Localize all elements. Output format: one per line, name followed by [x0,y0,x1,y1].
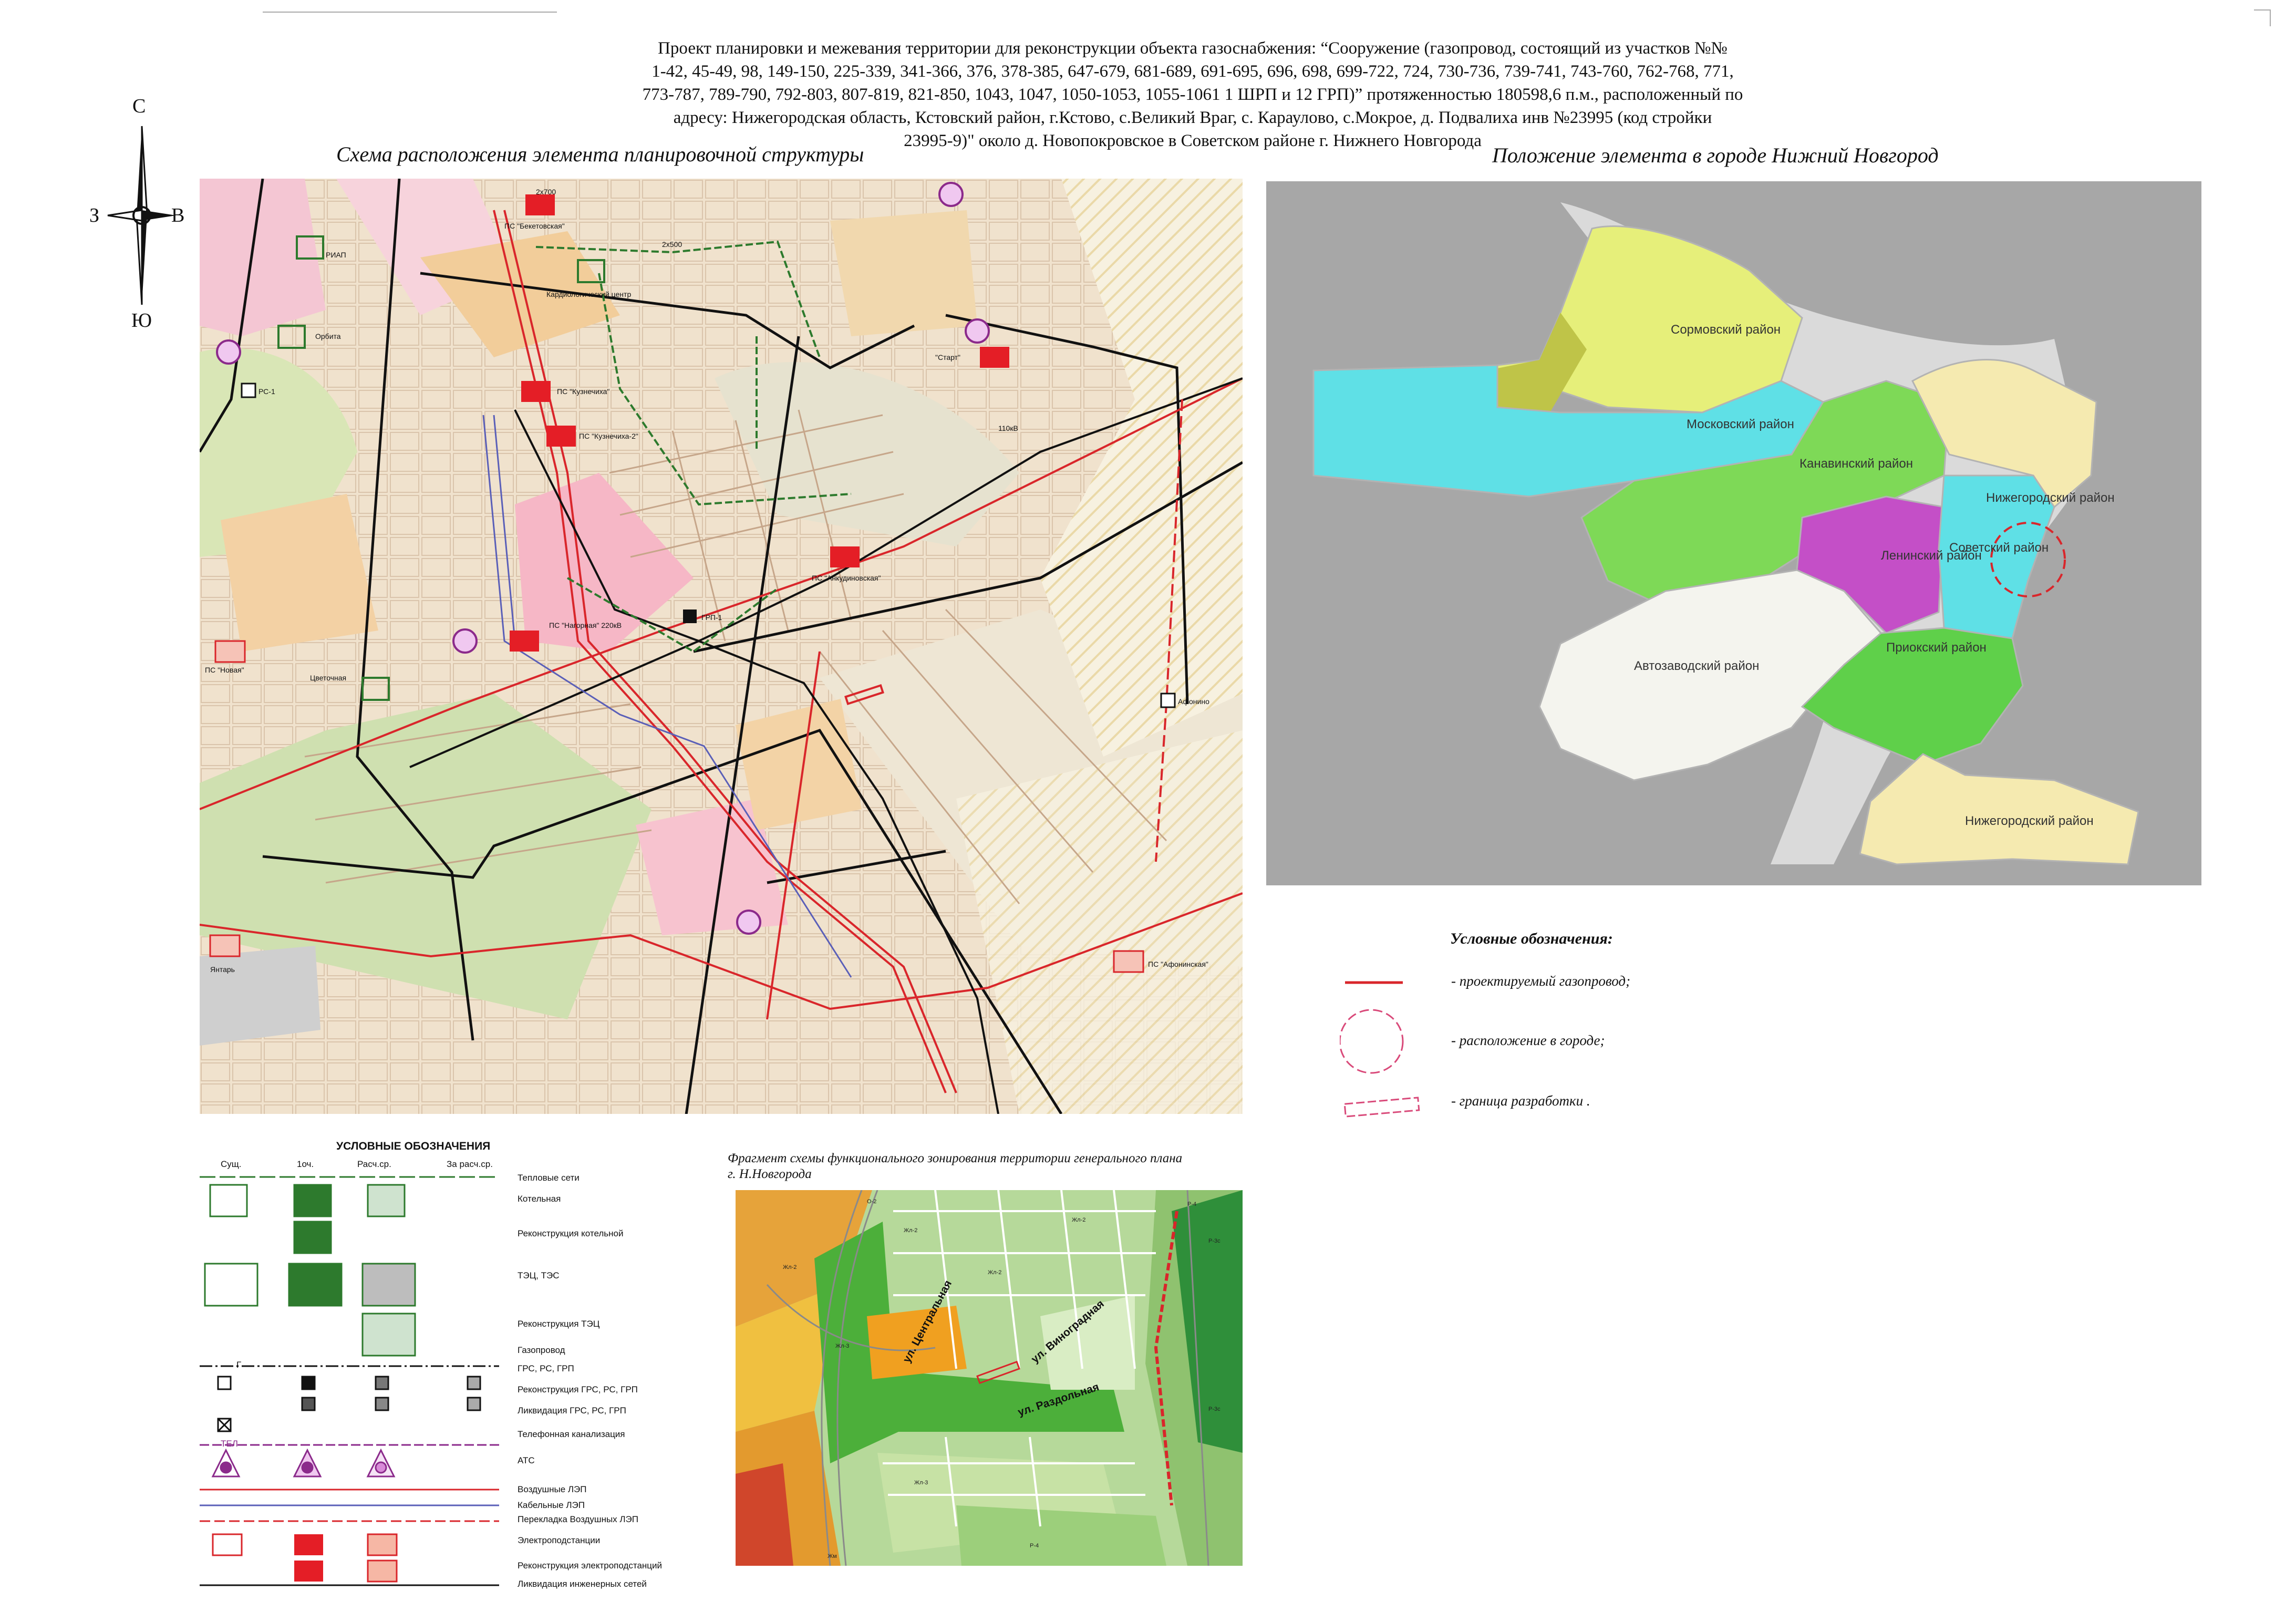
utility-legend: УСЛОВНЫЕ ОБОЗНАЧЕНИЯ Сущ. 1оч. Расч.ср. … [194,1140,694,1589]
gas-label: Г [236,1360,242,1370]
legend-row: Электроподстанции [518,1535,601,1545]
right-map-heading: Положение элемента в городе Нижний Новго… [1492,143,1939,167]
label-ps-kuznechikha2: ПС "Кузнечиха-2" [579,432,638,440]
col-existing: Сущ. [221,1159,242,1169]
utility-legend-title: УСЛОВНЫЕ ОБОЗНАЧЕНИЯ [336,1140,491,1152]
col-beyond: За расч.ср. [447,1159,493,1169]
legend-row: Телефонная канализация [518,1429,625,1439]
city-location-map: Сормовский район Московский район Канави… [1266,181,2201,885]
legend-row: ГРС, РС, ГРП [518,1363,574,1373]
right-legend-symbols [1340,981,1420,1118]
label-ps-nagornaya: ПС "Нагорная" 220кВ [549,621,622,629]
label-kanavinsky: Канавинский район [1799,457,1913,471]
legend-item-boundary: - граница разработки . [1451,1093,1590,1109]
compass-south: Ю [131,309,152,332]
document-title: Проект планировки и межевания территории… [525,37,1860,152]
label-avtozavodsky: Автозаводский район [1634,659,1759,673]
zone-code: Р-3с [1208,1406,1221,1412]
legend-item-location: - расположение в городе; [1451,1032,1605,1048]
label-sovetsky: Советский район [1949,541,2049,555]
legend-row: Перекладка Воздушных ЛЭП [518,1514,638,1524]
label-cardio: Кардиологический центр [546,290,631,298]
fragment-caption: Фрагмент схемы функционального зонирован… [728,1151,1182,1182]
label-110kv: 110кВ [998,424,1018,432]
label-afonino: Афонино [1178,697,1209,706]
legend-row: Тепловые сети [518,1173,580,1183]
zone-code: О-2 [867,1199,876,1205]
title-line: 773-787, 789-790, 792-803, 807-819, 821-… [642,85,1743,104]
title-line: 1-42, 45-49, 98, 149-150, 225-339, 341-3… [651,62,1734,81]
label-moskovsky: Московский район [1687,417,1794,431]
label-yantar: Янтарь [210,965,235,974]
planning-scheme-map: ПС "Бекетовская" РИАП Кардиологический ц… [200,179,1243,1114]
label-ps-ankudinovskaya: ПС "Анкудиновская" [812,574,881,582]
top-border-line [263,12,557,13]
title-line: Проект планировки и межевания территории… [658,39,1728,58]
col-first: 1оч. [297,1159,314,1169]
legend-row: ТЭЦ, ТЭС [518,1270,560,1280]
zone-code: Жм [828,1553,837,1559]
label-riap: РИАП [326,251,346,259]
zone-code: Жл-3 [914,1480,928,1486]
fragment-caption-line: г. Н.Новгорода [728,1167,812,1181]
zone-code: Р-3с [1208,1238,1221,1244]
label-2x500: 2х500 [662,240,682,249]
fragment-caption-line: Фрагмент схемы функционального зонирован… [728,1151,1183,1165]
col-calc: Расч.ср. [357,1159,391,1169]
legend-row: Реконструкция ТЭЦ [518,1319,600,1329]
zone-code: Жл-2 [904,1227,917,1234]
legend-row: АТС [518,1455,535,1465]
label-ps-kuznechikha: ПС "Кузнечиха" [557,387,609,396]
compass-north: С [132,95,146,117]
legend-row: Газопровод [518,1345,565,1355]
label-ps-novaya: ПС "Новая" [205,666,244,674]
label-ps-afoninskaya: ПС "Афонинская" [1148,960,1208,968]
right-legend-title: Условные обозначения: [1450,930,1613,947]
title-line: адресу: Нижегородская область, Кстовский… [673,108,1712,127]
compass-east: В [171,204,185,226]
compass-west: З [89,204,100,226]
label-sormovsky: Сормовский район [1671,323,1781,337]
legend-row: Реконструкция электроподстанций [518,1561,663,1571]
left-map-heading: Схема расположения элемента планировочно… [336,142,864,166]
legend-row: Реконструкция котельной [518,1228,624,1238]
compass-rose: С Ю З В [89,95,194,336]
zoning-fragment-map: ул. Центральная ул. Виноградная ул. Разд… [736,1190,1243,1566]
label-grp: ГРП-1 [701,613,722,622]
zone-code: Жл-2 [1072,1217,1085,1223]
zone-code: Жл-3 [835,1343,849,1349]
legend-row: Ликвидация инженерных сетей [518,1579,647,1589]
label-priroksky: Приокский район [1886,640,1987,655]
label-rs1: РС-1 [258,387,275,396]
zone-code: Жл-2 [783,1264,797,1270]
label-start: "Старт" [935,353,960,361]
legend-row: Воздушные ЛЭП [518,1484,587,1494]
label-nizhegorodsky-south: Нижегородский район [1965,814,2094,828]
label-nizhegorodsky: Нижегородский район [1986,491,2115,505]
zone-code: Жл-2 [988,1269,1001,1276]
zone-code: Р-4 [1030,1543,1039,1549]
tel-label: ТЕЛ [221,1439,238,1449]
zone-code: Р-4 [1187,1201,1196,1207]
legend-row: Реконструкция ГРС, РС, ГРП [518,1385,638,1394]
legend-row: Котельная [518,1194,561,1204]
legend-row: Кабельные ЛЭП [518,1500,585,1510]
label-tsvetochnaya: Цветочная [310,674,346,682]
label-2x700: 2х700 [536,188,556,196]
corner-mark [2254,9,2271,26]
legend-item-gas: - проектируемый газопровод; [1451,973,1631,989]
legend-row: Ликвидация ГРС, РС, ГРП [518,1406,626,1416]
label-orbita: Орбита [315,332,341,340]
label-ps-beketovskaya: ПС "Бекетовская" [504,222,565,230]
